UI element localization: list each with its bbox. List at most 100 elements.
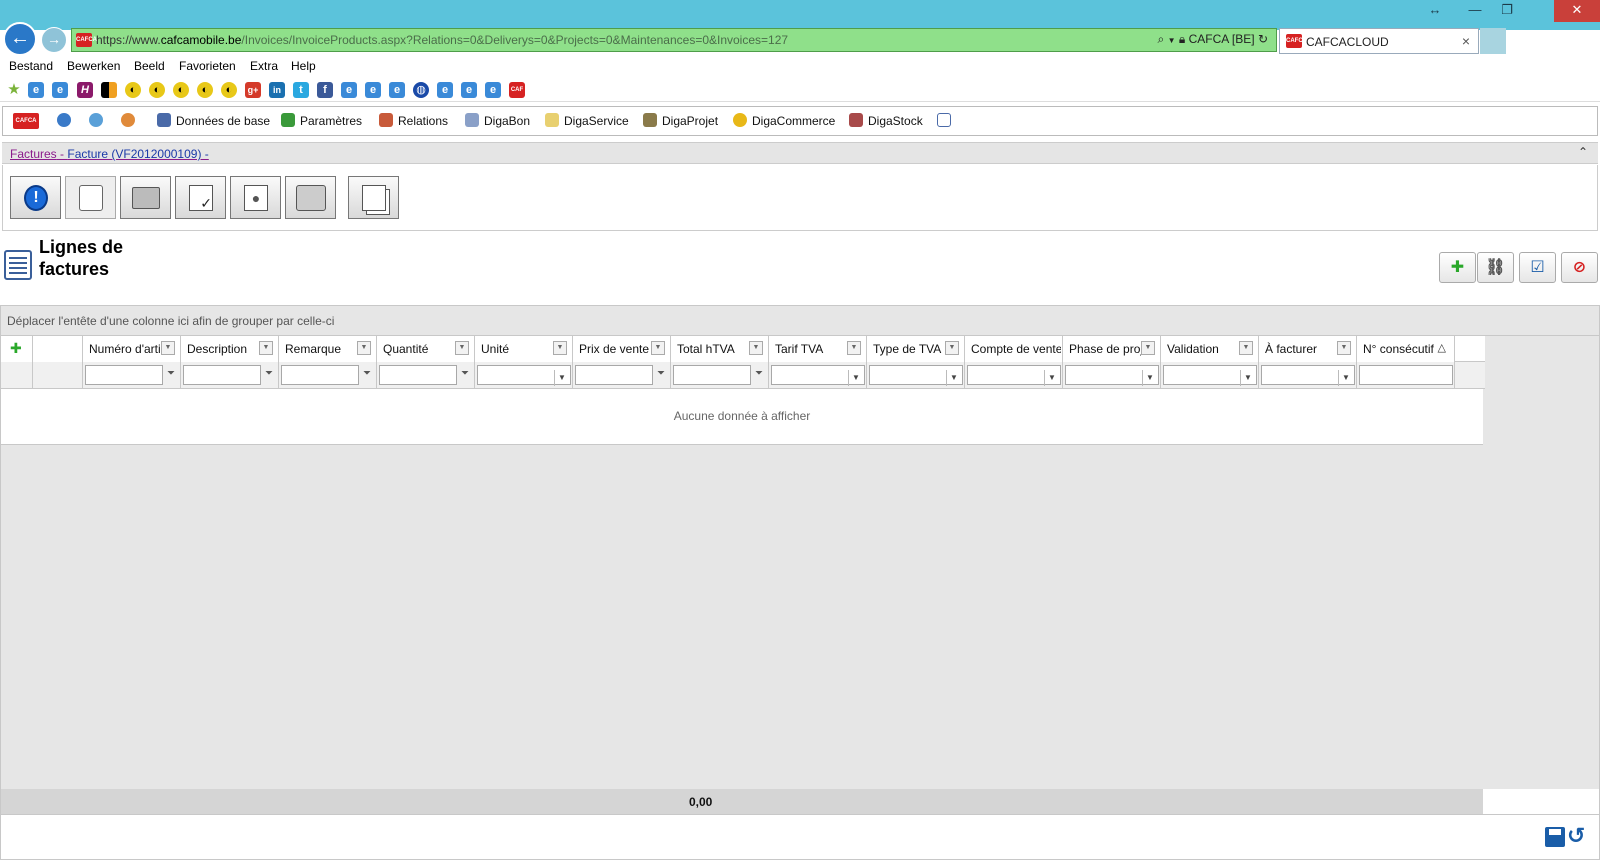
lock-icon[interactable]: 🔒︎ <box>1179 32 1185 46</box>
breadcrumb-parent[interactable]: Factures <box>10 147 57 161</box>
ie-favorite-icon[interactable]: e <box>365 82 381 98</box>
yellow-favorite-icon[interactable]: ◐ <box>149 82 165 98</box>
ie-favorite-icon[interactable]: e <box>461 82 477 98</box>
column-header-numero-d-article[interactable]: Numéro d'article▼ <box>83 336 181 362</box>
close-window-button[interactable]: ✕ <box>1554 0 1600 22</box>
filter-input[interactable] <box>379 365 457 385</box>
menu-bewerken[interactable]: Bewerken <box>67 59 120 73</box>
user-tool-icon[interactable] <box>121 113 140 128</box>
filter-input[interactable] <box>183 365 261 385</box>
combo-chevron-down-icon[interactable]: ▼ <box>946 370 961 386</box>
filter-combo[interactable]: ▼ <box>1261 365 1355 386</box>
toolbar-donnees-de-base[interactable]: Données de base <box>157 113 270 128</box>
checklist-tool-icon[interactable] <box>937 113 956 128</box>
info-button[interactable]: ! <box>10 176 61 219</box>
chevron-down-icon[interactable]: ▼ <box>1168 36 1176 45</box>
add-favorite-icon[interactable]: ★ <box>6 82 22 98</box>
menu-bestand[interactable]: Bestand <box>9 59 53 73</box>
card-button[interactable] <box>120 176 171 219</box>
sync-tool-icon[interactable] <box>89 113 108 128</box>
filter-funnel-icon[interactable]: ⏷ <box>755 368 763 379</box>
filter-funnel-icon[interactable]: ⏷ <box>363 368 371 379</box>
column-filter-dropdown-icon[interactable]: ▼ <box>455 341 469 355</box>
browser-tab[interactable]: CAFCA CAFCACLOUD × <box>1279 28 1479 54</box>
save-icon[interactable] <box>1545 827 1565 847</box>
filter-combo[interactable]: ▼ <box>477 365 571 386</box>
column-header-compte-de-vente[interactable]: Compte de vente <box>965 336 1063 362</box>
menu-extra[interactable]: Extra <box>250 59 278 73</box>
menu-favorieten[interactable]: Favorieten <box>179 59 236 73</box>
gear-icon[interactable]: ⚙ <box>1574 30 1588 50</box>
ie-favorite-icon[interactable]: e <box>485 82 501 98</box>
column-header-remarque[interactable]: Remarque ▼ <box>279 336 377 362</box>
toolbar-digaservice[interactable]: DigaService <box>545 113 629 128</box>
flag-favorite-icon[interactable] <box>101 82 117 98</box>
globe-tool-icon[interactable] <box>57 113 76 128</box>
column-filter-dropdown-icon[interactable]: ▼ <box>651 341 665 355</box>
google-plus-icon[interactable]: g+ <box>245 82 261 98</box>
restore-button[interactable]: ❐ <box>1492 0 1522 22</box>
ie-favorite-icon[interactable]: e <box>437 82 453 98</box>
facebook-icon[interactable]: f <box>317 82 333 98</box>
combo-chevron-down-icon[interactable]: ▼ <box>1044 370 1059 386</box>
column-filter-dropdown-icon[interactable]: ▼ <box>945 341 959 355</box>
new-tab-button[interactable] <box>1480 28 1506 54</box>
resize-icon[interactable]: ↔ <box>1420 0 1450 22</box>
checklist-button[interactable]: ☑ <box>1519 252 1556 283</box>
column-header-unite[interactable]: Unité ▼ <box>475 336 573 362</box>
column-filter-dropdown-icon[interactable]: ▼ <box>553 341 567 355</box>
home-icon[interactable]: ⌂ <box>1526 30 1536 48</box>
column-header-phase-de-projet[interactable]: Phase de projet▼ <box>1063 336 1161 362</box>
column-filter-dropdown-icon[interactable]: ▼ <box>357 341 371 355</box>
filter-funnel-icon[interactable]: ⏷ <box>657 368 665 379</box>
toolbar-digastock[interactable]: DigaStock <box>849 113 923 128</box>
column-header-a-facturer[interactable]: À facturer ▼ <box>1259 336 1357 362</box>
add-row-icon[interactable]: ✚ <box>10 340 22 357</box>
address-bar[interactable]: CAFCA https://www.cafcamobile.be/Invoice… <box>71 28 1277 52</box>
filter-input[interactable] <box>85 365 163 385</box>
group-panel[interactable]: Déplacer l'entête d'une colonne ici afin… <box>1 306 1599 336</box>
delete-button[interactable]: ⊘ <box>1561 252 1598 283</box>
yellow-favorite-icon[interactable]: ◐ <box>221 82 237 98</box>
validate-document-button[interactable]: ✓ <box>175 176 226 219</box>
breadcrumb-current[interactable]: Facture (VF2012000109) - <box>67 147 208 161</box>
column-filter-dropdown-icon[interactable]: ▼ <box>749 341 763 355</box>
column-header-description[interactable]: Description ▼ <box>181 336 279 362</box>
yellow-favorite-icon[interactable]: ◐ <box>173 82 189 98</box>
combo-chevron-down-icon[interactable]: ▼ <box>554 370 569 386</box>
breadcrumb-link[interactable]: Factures - Facture (VF2012000109) - <box>10 147 209 161</box>
column-header-prix-de-vente[interactable]: Prix de vente ▼ <box>573 336 671 362</box>
filter-combo[interactable]: ▼ <box>771 365 865 386</box>
filter-input[interactable] <box>575 365 653 385</box>
column-filter-dropdown-icon[interactable]: ▼ <box>1337 341 1351 355</box>
collapse-icon[interactable]: ⌃ <box>1578 145 1588 159</box>
sort-ascending-icon[interactable]: △ <box>1438 341 1446 354</box>
filter-combo[interactable]: ▼ <box>869 365 963 386</box>
search-icon[interactable]: ⌕ <box>1157 32 1164 46</box>
pdf-button[interactable]: ● <box>230 176 281 219</box>
menu-beeld[interactable]: Beeld <box>134 59 165 73</box>
column-header-type-de-tva[interactable]: Type de TVA ▼ <box>867 336 965 362</box>
twitter-icon[interactable]: t <box>293 82 309 98</box>
filter-funnel-icon[interactable]: ⏷ <box>265 368 273 379</box>
toolbar-parametres[interactable]: Paramètres <box>281 113 362 128</box>
site-identity[interactable]: CAFCA [BE] <box>1189 32 1255 46</box>
header-add-cell[interactable]: ✚ <box>1 336 33 362</box>
ie-favorite-icon[interactable]: e <box>52 82 68 98</box>
url-text[interactable]: https://www.cafcamobile.be/Invoices/Invo… <box>96 33 788 47</box>
ie-favorite-icon[interactable]: e <box>341 82 357 98</box>
filter-input[interactable] <box>281 365 359 385</box>
add-row-button[interactable]: ✚ <box>1439 252 1476 283</box>
column-filter-dropdown-icon[interactable]: ▼ <box>1141 341 1155 355</box>
h-favorite-icon[interactable]: H <box>77 82 93 98</box>
toolbar-relations[interactable]: Relations <box>379 113 448 128</box>
cafca-favorite-icon[interactable]: CAF <box>509 82 525 98</box>
column-header-validation[interactable]: Validation ▼ <box>1161 336 1259 362</box>
menu-help[interactable]: Help <box>291 59 316 73</box>
print-button[interactable] <box>285 176 336 219</box>
linkedin-icon[interactable]: in <box>269 82 285 98</box>
globe-icon[interactable]: ◍ <box>413 82 429 98</box>
combo-chevron-down-icon[interactable]: ▼ <box>848 370 863 386</box>
column-header-n-consecutif[interactable]: N° consécutif △ <box>1357 336 1455 362</box>
refresh-icon[interactable]: ↻ <box>1258 32 1268 46</box>
